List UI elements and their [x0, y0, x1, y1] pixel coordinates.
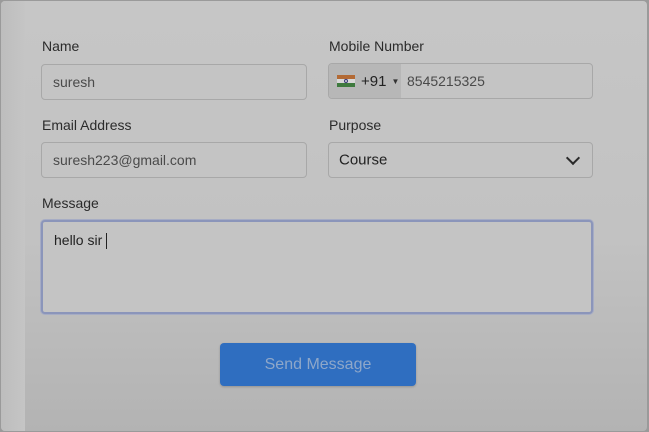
mobile-field: +91 ▼ 8545215325: [328, 63, 593, 99]
name-input-value: suresh: [53, 74, 96, 90]
purpose-selected: Course: [339, 151, 388, 169]
send-message-button[interactable]: Send Message: [220, 343, 416, 386]
purpose-label: Purpose: [329, 117, 382, 133]
email-label: Email Address: [42, 117, 132, 133]
message-text: hello sir: [54, 232, 103, 248]
name-label: Name: [42, 38, 80, 54]
card-edge: [1, 1, 25, 431]
mobile-input[interactable]: 8545215325: [401, 64, 592, 98]
india-flag-icon: [337, 74, 355, 88]
name-input[interactable]: suresh: [41, 64, 307, 100]
country-code: +91: [361, 72, 387, 90]
message-label: Message: [42, 195, 99, 211]
email-input[interactable]: suresh223@gmail.com: [41, 142, 307, 178]
caret-down-icon: ▼: [391, 76, 400, 86]
purpose-select[interactable]: Course: [328, 142, 593, 178]
text-cursor: [106, 233, 108, 250]
mobile-input-value: 8545215325: [407, 73, 485, 89]
mobile-label: Mobile Number: [329, 38, 424, 54]
email-input-value: suresh223@gmail.com: [53, 152, 197, 168]
chevron-down-icon: [565, 150, 581, 166]
message-textarea[interactable]: hello sir: [41, 220, 593, 314]
country-code-selector[interactable]: +91 ▼: [329, 64, 401, 98]
